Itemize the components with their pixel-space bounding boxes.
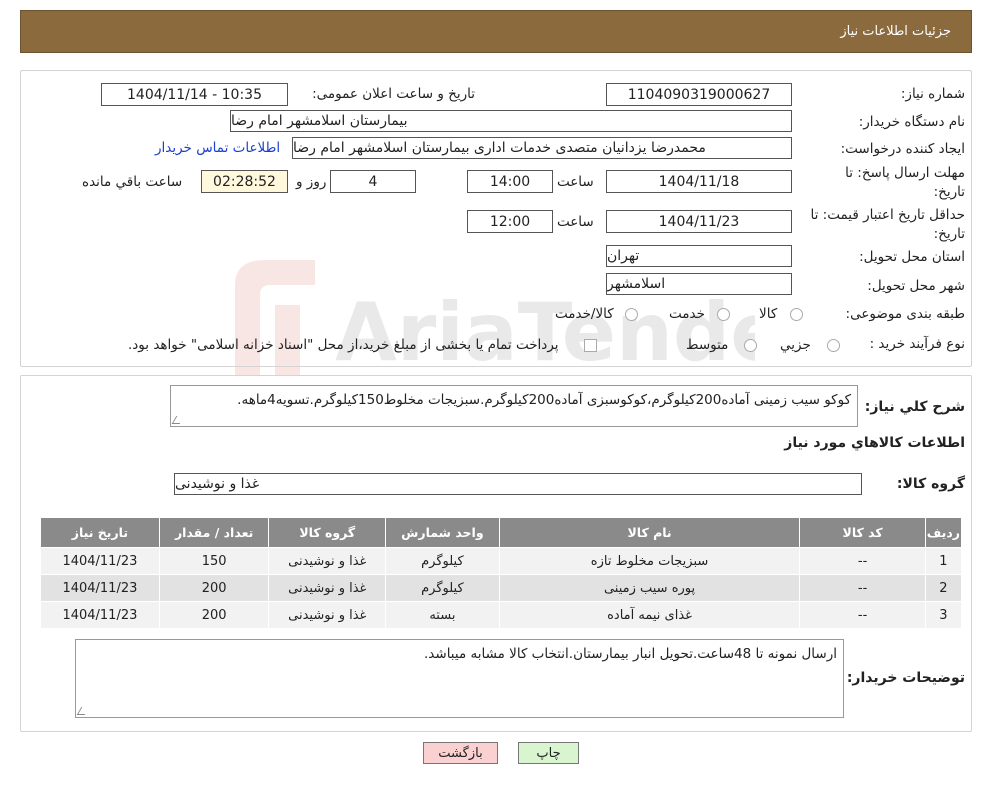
cell-unit: کیلوگرم: [385, 574, 500, 602]
cell-quantity: 150: [158, 547, 270, 575]
col-item-name: نام کالا: [498, 517, 801, 548]
buyer-notes-label: توضیحات خریدار:: [846, 670, 965, 686]
city-label: شهر محل تحویل:: [867, 278, 965, 294]
category-both-label: کالا/خدمت: [555, 306, 614, 322]
cell-group: غذا و نوشیدنی: [268, 547, 387, 575]
deadline-date-field: 1404/11/18: [606, 170, 792, 193]
cell-row-number: 3: [924, 601, 963, 629]
col-row-number: ردیف: [924, 517, 963, 548]
table-row: 3 -- غذای نیمه آماده بسته غذا و نوشیدنی …: [40, 601, 963, 629]
cell-item-code: --: [799, 574, 926, 602]
table-row: 2 -- پوره سیب زمینی کیلوگرم غذا و نوشیدن…: [40, 574, 963, 602]
cell-item-code: --: [799, 547, 926, 575]
cell-item-name: پوره سیب زمینی: [498, 574, 801, 602]
cell-row-number: 2: [924, 574, 963, 602]
buyer-org-field: بیمارستان اسلامشهر امام رضا: [230, 110, 792, 132]
print-button[interactable]: چاپ: [518, 742, 579, 764]
goods-group-field: غذا و نوشیدنی: [174, 473, 862, 495]
creator-field: محمدرضا یزدانیان متصدی خدمات اداری بیمار…: [292, 137, 792, 159]
cell-item-name: غذای نیمه آماده: [498, 601, 801, 629]
category-label: طبقه بندی موضوعی:: [845, 306, 965, 322]
table-header-row: ردیف کد کالا نام کالا واحد شمارش گروه کا…: [40, 517, 963, 548]
resize-grip-icon[interactable]: [171, 416, 185, 424]
validity-date-field: 1404/11/23: [606, 210, 792, 233]
table-row: 1 -- سبزیجات مخلوط تازه کیلوگرم غذا و نو…: [40, 547, 963, 575]
cell-quantity: 200: [158, 601, 270, 629]
creator-label: ایجاد کننده درخواست:: [840, 141, 965, 157]
contact-info-link[interactable]: اطلاعات تماس خریدار: [155, 140, 280, 156]
days-field: 4: [330, 170, 416, 193]
process-note: پرداخت تمام یا بخشی از مبلغ خرید،از محل …: [128, 337, 559, 353]
days-label: روز و: [296, 174, 327, 190]
province-label: استان محل تحویل:: [859, 249, 965, 265]
validity-time-label: ساعت: [557, 214, 594, 230]
category-both-radio[interactable]: [625, 308, 638, 321]
description-text: کوکو سیب زمینی آماده200کیلوگرم،کوکوسبزی …: [237, 392, 851, 408]
col-item-code: کد کالا: [799, 517, 926, 548]
need-number-label: شماره نیاز:: [900, 86, 965, 102]
validity-label-2: تاریخ:: [933, 226, 965, 242]
items-table: ردیف کد کالا نام کالا واحد شمارش گروه کا…: [40, 517, 963, 629]
cell-unit: کیلوگرم: [385, 547, 500, 575]
col-quantity: تعداد / مقدار: [158, 517, 270, 548]
cell-item-code: --: [799, 601, 926, 629]
back-button[interactable]: بازگشت: [423, 742, 498, 764]
validity-time-field: 12:00: [467, 210, 553, 233]
col-group: گروه کالا: [268, 517, 387, 548]
col-unit: واحد شمارش: [385, 517, 500, 548]
cell-group: غذا و نوشیدنی: [268, 601, 387, 629]
deadline-label-2: تاریخ:: [933, 184, 965, 200]
category-goods-label: کالا: [759, 306, 778, 322]
process-medium-radio[interactable]: [744, 339, 757, 352]
announce-label: تاریخ و ساعت اعلان عمومی:: [312, 86, 475, 102]
cell-need-date: 1404/11/23: [40, 601, 160, 629]
buyer-org-label: نام دستگاه خریدار:: [858, 114, 965, 130]
description-label: شرح كلي نياز:: [864, 399, 965, 415]
description-textarea[interactable]: کوکو سیب زمینی آماده200کیلوگرم،کوکوسبزی …: [170, 385, 858, 427]
deadline-label: مهلت ارسال پاسخ: تا: [845, 165, 965, 181]
goods-group-label: گروه کالا:: [896, 476, 965, 492]
category-goods-radio[interactable]: [790, 308, 803, 321]
cell-group: غذا و نوشیدنی: [268, 574, 387, 602]
goods-section-title: اطلاعات كالاهاي مورد نياز: [784, 435, 965, 451]
category-service-label: خدمت: [669, 306, 705, 322]
treasury-checkbox[interactable]: [584, 339, 597, 352]
process-medium-label: متوسط: [686, 337, 729, 353]
resize-grip-icon[interactable]: [76, 707, 90, 715]
page-title: جزئیات اطلاعات نیاز: [840, 24, 951, 39]
cell-quantity: 200: [158, 574, 270, 602]
deadline-time-field: 14:00: [467, 170, 553, 193]
validity-label: حداقل تاریخ اعتبار قیمت: تا: [810, 207, 965, 223]
province-field: تهران: [606, 245, 792, 267]
cell-item-name: سبزیجات مخلوط تازه: [498, 547, 801, 575]
cell-need-date: 1404/11/23: [40, 547, 160, 575]
cell-unit: بسته: [385, 601, 500, 629]
process-minor-label: جزیي: [780, 337, 811, 353]
process-label: نوع فرآیند خرید :: [869, 336, 965, 352]
process-minor-radio[interactable]: [827, 339, 840, 352]
items-table-wrap: ردیف کد کالا نام کالا واحد شمارش گروه کا…: [40, 517, 963, 629]
buyer-notes-textarea[interactable]: ارسال نمونه تا 48ساعت.تحویل انبار بیمارس…: [75, 639, 844, 718]
deadline-time-label: ساعت: [557, 174, 594, 190]
col-need-date: تاریخ نیاز: [40, 517, 160, 548]
cell-row-number: 1: [924, 547, 963, 575]
need-number-field: 1104090319000627: [606, 83, 792, 106]
category-service-radio[interactable]: [717, 308, 730, 321]
cell-need-date: 1404/11/23: [40, 574, 160, 602]
city-field: اسلامشهر: [606, 273, 792, 295]
remaining-label: ساعت باقي مانده: [82, 174, 183, 190]
remaining-time-field: 02:28:52: [201, 170, 288, 193]
buyer-notes-text: ارسال نمونه تا 48ساعت.تحویل انبار بیمارس…: [424, 646, 837, 662]
page-header: جزئیات اطلاعات نیاز: [20, 10, 972, 53]
announce-field: 1404/11/14 - 10:35: [101, 83, 288, 106]
